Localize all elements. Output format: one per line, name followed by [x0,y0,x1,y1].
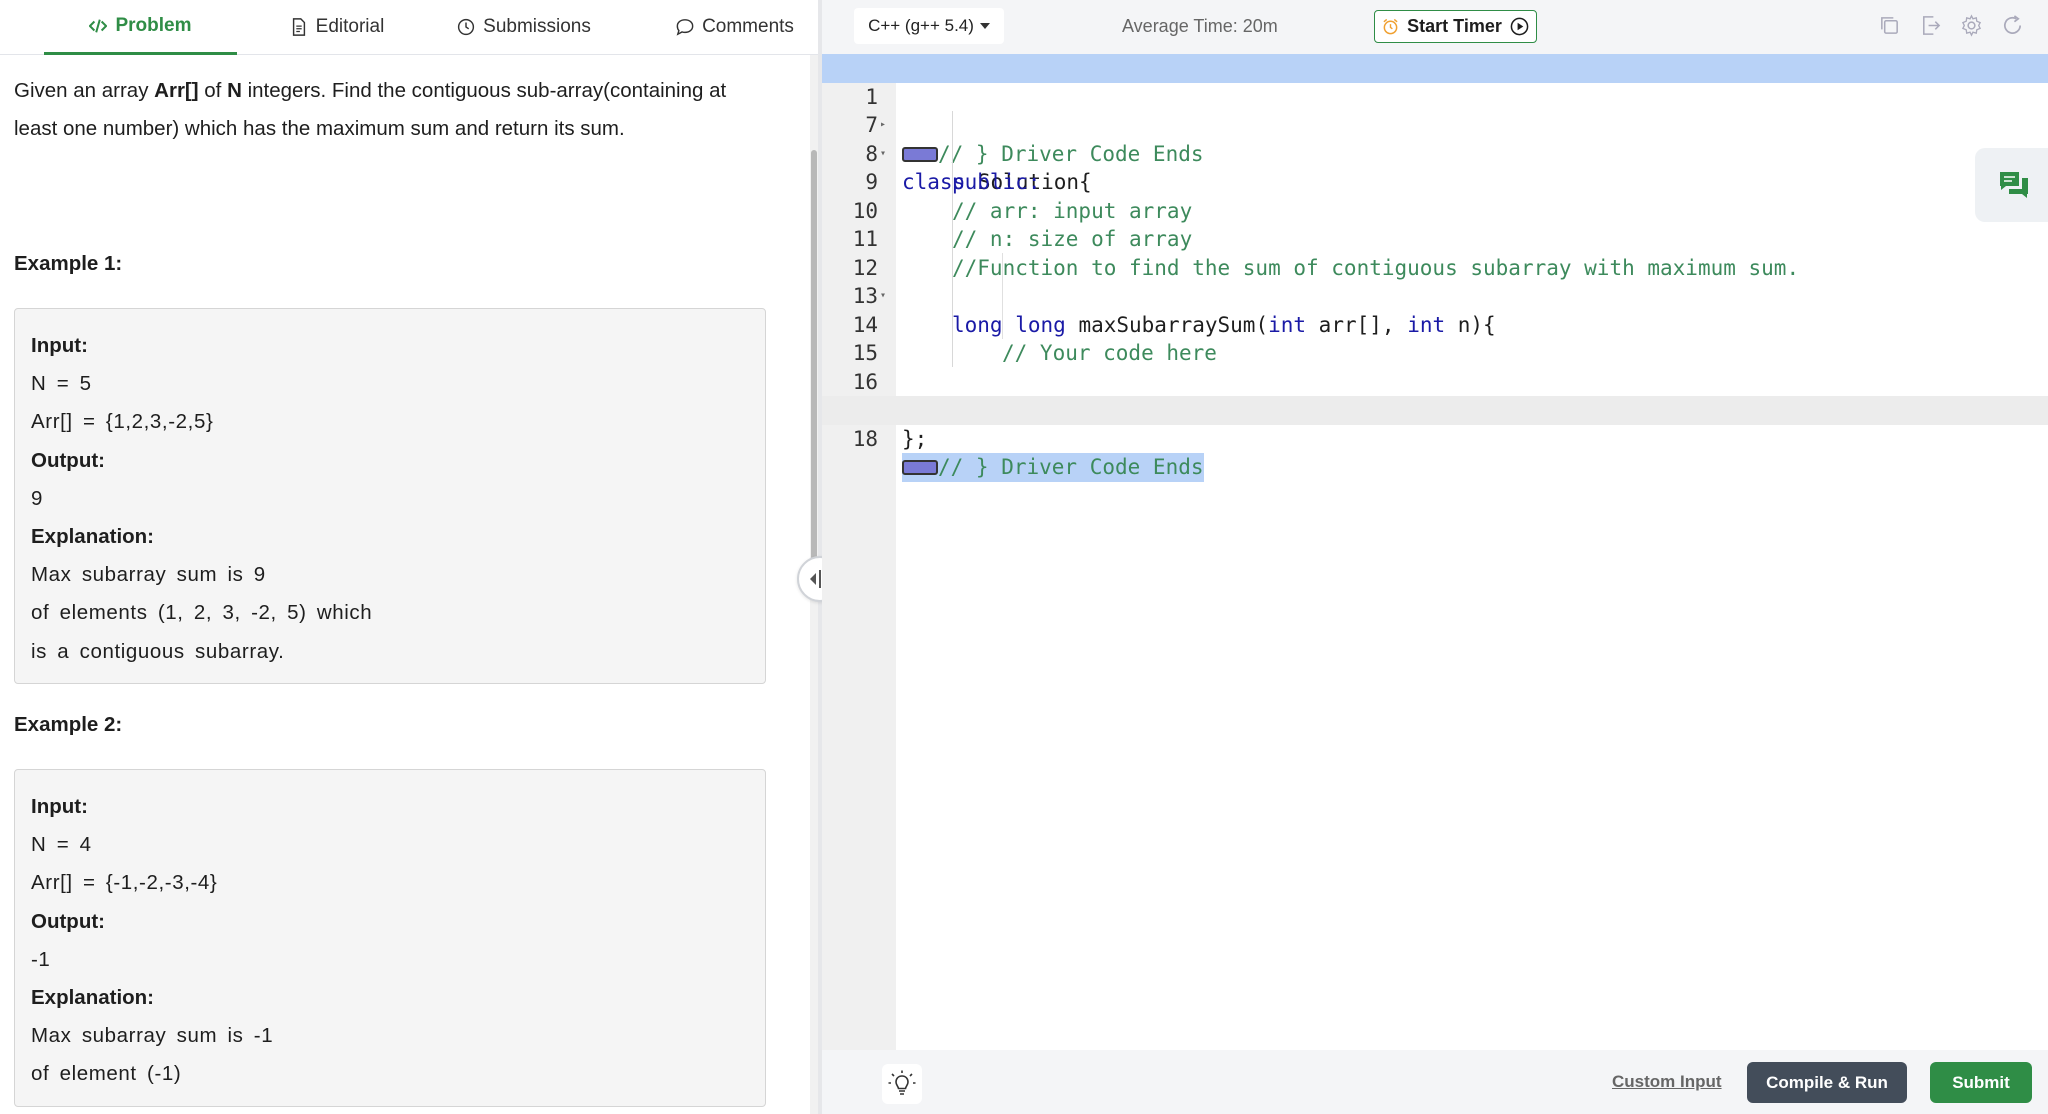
clock-icon [458,18,475,36]
tab-problem[interactable]: Problem [44,0,237,55]
input-label: Input: [31,334,88,357]
tab-comments[interactable]: Comments [650,0,820,54]
play-circle-icon [1510,17,1529,36]
tab-problem-label: Problem [115,15,192,36]
code-line[interactable]: 7 ▾ class Solution{ [822,83,2048,194]
scrollbar-thumb[interactable] [811,150,817,560]
editor-toolbar: C++ (g++ 5.4) Average Time: 20m Start Ti… [822,0,2048,54]
compile-run-button[interactable]: Compile & Run [1747,1062,1907,1103]
explanation-line: is a contiguous subarray. [31,639,285,663]
input-line: Arr[] = {1,2,3,-2,5} [31,410,214,434]
code-line[interactable]: 10 // n: size of array [822,168,2048,252]
explanation-line: of element (-1) [31,1062,182,1086]
tab-comments-label: Comments [702,16,794,37]
language-select[interactable]: C++ (g++ 5.4) [854,8,1004,44]
code-editor[interactable]: 1 ▸ // } Driver Code Ends 7 ▾ class Solu… [822,54,2048,1050]
code-line[interactable]: 1 ▸ // } Driver Code Ends [822,54,2048,166]
problem-panel: Problem Editorial Submissions Comments G… [0,0,818,1114]
explanation-line: Max subarray sum is -1 [31,1024,274,1048]
code-line[interactable]: 15 [822,311,2048,365]
start-timer-button[interactable]: Start Timer [1374,10,1537,43]
input-label: Input: [31,795,88,818]
chat-button[interactable] [1975,148,2048,222]
explanation-label: Explanation: [31,525,155,549]
output-value: -1 [31,947,51,971]
comment-icon [676,19,694,36]
line-number: 18 [852,426,878,451]
example-2-title: Example 2: [14,713,123,736]
tab-submissions[interactable]: Submissions [444,0,604,54]
tab-bar: Problem Editorial Submissions Comments [0,0,818,55]
desc-text: of [198,79,228,102]
code-line[interactable]: 9 // arr: input array [822,140,2048,223]
code-line[interactable]: 12 ▾ long long maxSubarraySum(int arr[],… [822,225,2048,337]
average-time: Average Time: 20m [1122,16,1278,36]
code-text: }; [902,426,928,451]
input-line: Arr[] = {-1,-2,-3,-4} [31,871,218,895]
explanation-label: Explanation: [31,986,155,1010]
reset-icon[interactable] [2001,14,2024,37]
editor-panel: C++ (g++ 5.4) Average Time: 20m Start Ti… [822,0,2048,1114]
code-line[interactable]: 17 }; [822,368,2048,451]
action-bar: Custom Input Compile & Run Submit [822,1050,2048,1114]
code-line[interactable]: 13 [822,254,2048,308]
submit-button[interactable]: Submit [1930,1062,2032,1103]
copy-icon[interactable] [1878,14,1901,37]
code-icon [89,19,108,33]
explanation-line: Max subarray sum is 9 [31,563,266,587]
indent-guide [952,111,953,367]
tab-submissions-label: Submissions [483,16,591,37]
custom-input-link[interactable]: Custom Input [1612,1072,1722,1092]
folded-code-marker[interactable] [902,460,938,475]
output-value: 9 [31,486,44,510]
alarm-icon [1383,18,1398,35]
problem-description: Given an array Arr[] of N integers. Find… [14,72,774,148]
language-label: C++ (g++ 5.4) [868,16,974,35]
timer-label: Start Timer [1407,16,1502,36]
code-line[interactable]: 11 //Function to find the sum of contigu… [822,197,2048,280]
example-2-box: Input: N = 4 Arr[] = {-1,-2,-3,-4} Outpu… [14,769,766,1107]
example-1-title: Example 1: [14,252,123,275]
desc-text: Given an array [14,79,155,102]
indent-guide [1002,253,1003,339]
code-comment: // } Driver Code Ends [938,455,1204,479]
export-icon[interactable] [1919,14,1942,37]
gear-icon[interactable] [1960,14,1983,37]
document-icon [292,18,305,36]
lightbulb-icon [888,1070,916,1095]
editor-tools [1878,14,2024,37]
output-label: Output: [31,909,105,933]
chat-icon [2000,172,2028,198]
code-line[interactable]: 18 // } Driver Code Ends [822,396,2048,482]
desc-n: N [227,79,242,102]
caret-down-icon [979,23,990,29]
code-line[interactable]: 14 // Your code here [822,282,2048,366]
explanation-line: of elements (1, 2, 3, -2, 5) which [31,601,373,625]
desc-arr: Arr[] [154,79,199,102]
code-line[interactable]: 8 public: [822,111,2048,195]
example-1-box: Input: N = 5 Arr[] = {1,2,3,-2,5} Output… [14,308,766,684]
tab-editorial[interactable]: Editorial [262,0,412,54]
code-line[interactable]: 16 } [822,339,2048,423]
output-label: Output: [31,448,105,472]
input-line: N = 5 [31,372,92,396]
tab-editorial-label: Editorial [315,16,385,37]
input-line: N = 4 [31,833,92,857]
hint-button[interactable] [882,1064,922,1104]
